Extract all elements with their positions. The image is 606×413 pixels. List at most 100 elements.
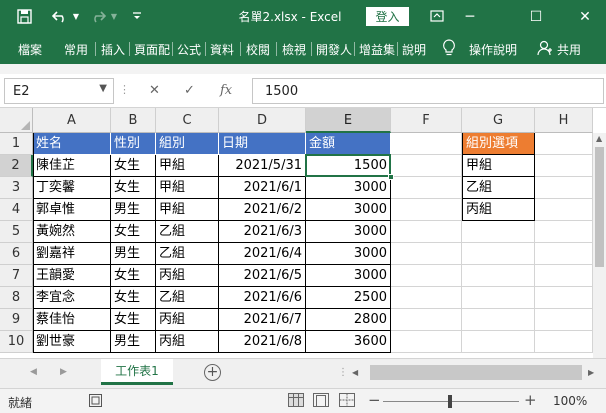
grid-cell[interactable] <box>535 133 593 155</box>
table-cell[interactable]: 男生 <box>111 331 156 353</box>
tab-page-layout[interactable]: 頁面配 <box>134 41 170 58</box>
table-cell[interactable]: 陳佳芷 <box>33 155 111 177</box>
grid-cell[interactable] <box>535 155 593 177</box>
options-cell[interactable]: 甲組 <box>462 155 535 177</box>
grid-cell[interactable] <box>391 221 462 243</box>
table-cell[interactable]: 丙組 <box>156 265 219 287</box>
scroll-sheets-left-icon[interactable]: ◀ <box>30 367 37 377</box>
table-cell[interactable]: 2021/6/8 <box>219 331 306 353</box>
tab-insert[interactable]: 插入 <box>101 41 125 58</box>
table-header-cell[interactable]: 日期 <box>219 133 306 155</box>
grid-cell[interactable] <box>462 309 535 331</box>
column-header[interactable]: H <box>535 108 593 133</box>
grid-cell[interactable] <box>462 221 535 243</box>
tab-developer[interactable]: 開發人 <box>316 41 352 58</box>
tab-help[interactable]: 說明 <box>402 41 426 58</box>
grid-cell[interactable] <box>391 265 462 287</box>
table-cell[interactable]: 2021/6/3 <box>219 221 306 243</box>
grid-cell[interactable] <box>535 243 593 265</box>
tab-formulas[interactable]: 公式 <box>177 41 201 58</box>
restore-button[interactable]: ☐ <box>515 0 557 33</box>
table-cell[interactable]: 丙組 <box>156 331 219 353</box>
table-cell[interactable]: 女生 <box>111 221 156 243</box>
tab-home[interactable]: 常用 <box>64 41 88 58</box>
chevron-down-icon[interactable]: ▼ <box>99 83 107 94</box>
scroll-sheets-right-icon[interactable]: ▶ <box>60 367 67 377</box>
table-cell[interactable]: 甲組 <box>156 155 219 177</box>
table-cell[interactable]: 3000 <box>306 221 391 243</box>
table-cell[interactable]: 黃婉然 <box>33 221 111 243</box>
row-header[interactable]: 6 <box>0 243 33 265</box>
table-cell[interactable]: 蔡佳怡 <box>33 309 111 331</box>
macro-record-icon[interactable] <box>89 394 102 410</box>
table-cell[interactable]: 甲組 <box>156 199 219 221</box>
row-header[interactable]: 3 <box>0 177 33 199</box>
ribbon-display-options-icon[interactable] <box>427 6 447 26</box>
row-header[interactable]: 7 <box>0 265 33 287</box>
grid-cell[interactable] <box>391 243 462 265</box>
table-header-cell[interactable]: 姓名 <box>33 133 111 155</box>
grid-cell[interactable] <box>391 133 462 155</box>
column-header[interactable]: D <box>219 108 306 133</box>
tab-view[interactable]: 檢視 <box>282 41 306 58</box>
table-cell[interactable]: 2021/6/4 <box>219 243 306 265</box>
undo-dropdown-icon[interactable]: ▼ <box>71 6 81 26</box>
close-button[interactable]: ✕ <box>564 0 606 33</box>
table-cell[interactable]: 3000 <box>306 177 391 199</box>
table-cell[interactable]: 丙組 <box>156 309 219 331</box>
cancel-icon[interactable]: ✕ <box>149 83 160 98</box>
add-sheet-icon[interactable]: + <box>204 364 221 381</box>
grid-cell[interactable] <box>391 309 462 331</box>
grid-cell[interactable] <box>462 287 535 309</box>
enter-check-icon[interactable]: ✓ <box>184 83 195 98</box>
lightbulb-icon[interactable] <box>442 39 456 60</box>
row-header[interactable]: 10 <box>0 331 33 353</box>
table-cell[interactable]: 女生 <box>111 265 156 287</box>
table-cell[interactable]: 2021/6/6 <box>219 287 306 309</box>
column-header[interactable]: G <box>462 108 535 133</box>
scroll-right-icon[interactable]: ▶ <box>588 368 594 377</box>
name-box[interactable]: E2 ▼ <box>4 78 114 104</box>
scroll-up-icon[interactable]: ▲ <box>596 134 602 143</box>
tell-me-search[interactable]: 操作說明 <box>469 41 517 58</box>
undo-icon[interactable] <box>50 6 70 26</box>
login-button[interactable]: 登入 <box>366 7 409 26</box>
page-layout-view-icon[interactable] <box>313 393 329 410</box>
redo-icon[interactable] <box>88 6 108 26</box>
table-header-cell[interactable]: 性別 <box>111 133 156 155</box>
table-cell[interactable]: 男生 <box>111 243 156 265</box>
table-cell[interactable]: 郭卓惟 <box>33 199 111 221</box>
table-cell[interactable]: 女生 <box>111 287 156 309</box>
table-cell[interactable]: 3600 <box>306 331 391 353</box>
fill-handle[interactable] <box>388 174 394 180</box>
scroll-thumb[interactable] <box>595 147 604 267</box>
table-cell[interactable]: 3000 <box>306 199 391 221</box>
table-cell[interactable]: 2500 <box>306 287 391 309</box>
column-header[interactable]: C <box>156 108 219 133</box>
grid-cell[interactable] <box>535 265 593 287</box>
column-header[interactable]: F <box>391 108 462 133</box>
grid-cell[interactable] <box>391 199 462 221</box>
tab-data[interactable]: 資料 <box>210 41 234 58</box>
grid-cell[interactable] <box>535 177 593 199</box>
table-cell[interactable]: 甲組 <box>156 177 219 199</box>
grid-cell[interactable] <box>535 309 593 331</box>
spreadsheet-grid[interactable]: A B C D E F G H 1 2 3 4 5 6 7 8 9 10 姓名 性別 組別 日期 金額 陳佳芷 女生 甲組 2021… <box>0 108 606 358</box>
row-header[interactable]: 4 <box>0 199 33 221</box>
select-all-corner[interactable] <box>0 108 33 133</box>
table-cell[interactable]: 乙組 <box>156 287 219 309</box>
share-button[interactable]: 共用 <box>557 41 581 58</box>
minimize-button[interactable]: ─ <box>449 0 491 33</box>
tab-file[interactable]: 檔案 <box>18 41 42 58</box>
save-icon[interactable] <box>14 6 34 26</box>
normal-view-icon[interactable] <box>288 393 304 410</box>
zoom-slider-thumb[interactable] <box>448 395 452 408</box>
row-header[interactable]: 9 <box>0 309 33 331</box>
grid-cell[interactable] <box>462 243 535 265</box>
table-header-cell[interactable]: 組別 <box>156 133 219 155</box>
column-header[interactable]: E <box>306 108 391 133</box>
grid-cell[interactable] <box>462 331 535 353</box>
zoom-level[interactable]: 100% <box>553 394 587 408</box>
table-cell[interactable]: 2021/6/7 <box>219 309 306 331</box>
grid-cell[interactable] <box>391 331 462 353</box>
